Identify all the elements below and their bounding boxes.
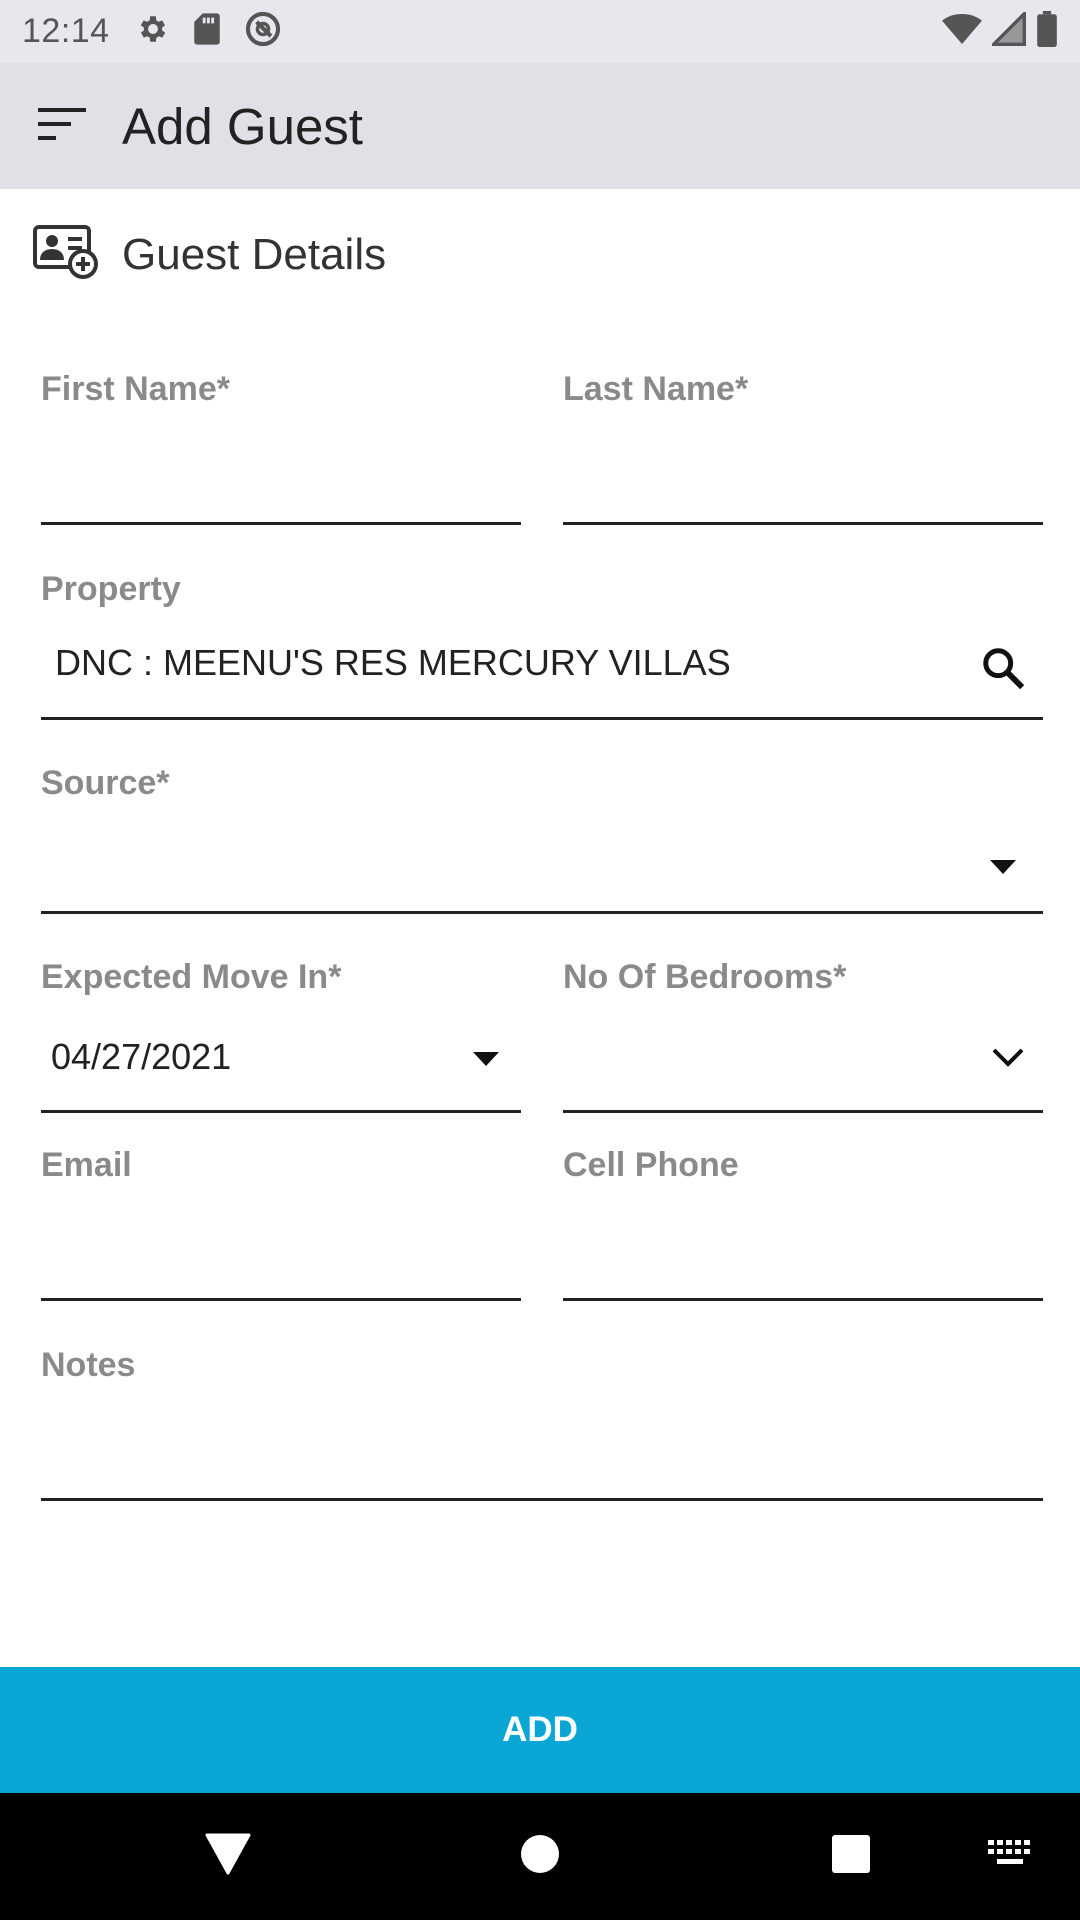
section-title: Guest Details <box>122 229 387 279</box>
email-label: Email <box>41 1146 132 1184</box>
chevron-down-icon <box>992 1048 1024 1073</box>
back-button[interactable] <box>188 1793 268 1920</box>
menu-sort-icon <box>38 106 88 147</box>
expected-move-in-dropdown-button[interactable] <box>451 1036 521 1086</box>
cell-phone-label: Cell Phone <box>563 1146 739 1184</box>
section-header: Guest Details <box>32 224 386 285</box>
no-sync-icon <box>244 10 282 53</box>
notes-input[interactable] <box>41 1426 1043 1486</box>
status-time: 12:14 <box>22 12 110 50</box>
cell-phone-underline <box>563 1298 1043 1301</box>
recents-button[interactable] <box>811 1793 891 1920</box>
keyboard-icon <box>988 1840 1032 1873</box>
first-name-field: First Name* <box>41 370 521 526</box>
dropdown-arrow-icon <box>473 1051 499 1071</box>
notes-label: Notes <box>41 1346 136 1384</box>
keyboard-button[interactable] <box>980 1793 1040 1920</box>
email-input[interactable] <box>41 1226 521 1286</box>
system-nav-bar <box>0 1793 1080 1920</box>
property-search-button[interactable] <box>963 630 1043 710</box>
property-value[interactable]: DNC : MEENU'S RES MERCURY VILLAS <box>55 642 731 684</box>
cell-signal-icon <box>989 9 1026 51</box>
bedrooms-underline <box>563 1110 1043 1113</box>
expected-move-in-value[interactable]: 04/27/2021 <box>51 1036 231 1078</box>
cell-phone-input[interactable] <box>563 1226 1043 1286</box>
bedrooms-field[interactable]: No Of Bedrooms* <box>563 958 1043 1114</box>
source-field[interactable]: Source* <box>41 764 1043 916</box>
wifi-icon <box>942 12 982 51</box>
bedrooms-dropdown-button[interactable] <box>973 1032 1043 1088</box>
last-name-label: Last Name* <box>563 370 749 408</box>
cell-phone-field: Cell Phone <box>563 1146 1043 1302</box>
source-underline <box>41 911 1043 914</box>
email-underline <box>41 1298 521 1301</box>
search-icon <box>980 645 1026 696</box>
source-dropdown-button[interactable] <box>963 844 1043 894</box>
property-label: Property <box>41 570 181 608</box>
gear-icon <box>136 12 170 51</box>
property-underline <box>41 717 1043 720</box>
source-label: Source* <box>41 764 170 802</box>
notes-underline <box>41 1498 1043 1501</box>
first-name-input[interactable] <box>41 450 521 510</box>
menu-button[interactable] <box>28 91 98 161</box>
expected-move-in-underline <box>41 1110 521 1113</box>
last-name-field: Last Name* <box>563 370 1043 526</box>
last-name-input[interactable] <box>563 450 1043 510</box>
add-contact-card-icon <box>32 224 100 285</box>
home-icon <box>520 1834 560 1879</box>
email-field: Email <box>41 1146 521 1302</box>
first-name-label: First Name* <box>41 370 230 408</box>
notes-field: Notes <box>41 1346 1043 1502</box>
battery-icon <box>1036 11 1058 52</box>
home-button[interactable] <box>500 1793 580 1920</box>
page-title: Add Guest <box>122 97 363 155</box>
property-field[interactable]: Property DNC : MEENU'S RES MERCURY VILLA… <box>41 570 1043 722</box>
add-button[interactable]: ADD <box>0 1667 1080 1793</box>
last-name-underline <box>563 522 1043 525</box>
recents-icon <box>831 1834 871 1879</box>
status-bar: 12:14 <box>0 0 1080 63</box>
expected-move-in-label: Expected Move In* <box>41 958 342 996</box>
sd-card-icon <box>192 12 222 51</box>
dropdown-arrow-icon <box>990 859 1016 879</box>
first-name-underline <box>41 522 521 525</box>
expected-move-in-field[interactable]: Expected Move In* 04/27/2021 <box>41 958 521 1114</box>
back-icon <box>205 1833 251 1880</box>
app-bar: Add Guest <box>0 63 1080 189</box>
bedrooms-label: No Of Bedrooms* <box>563 958 847 996</box>
